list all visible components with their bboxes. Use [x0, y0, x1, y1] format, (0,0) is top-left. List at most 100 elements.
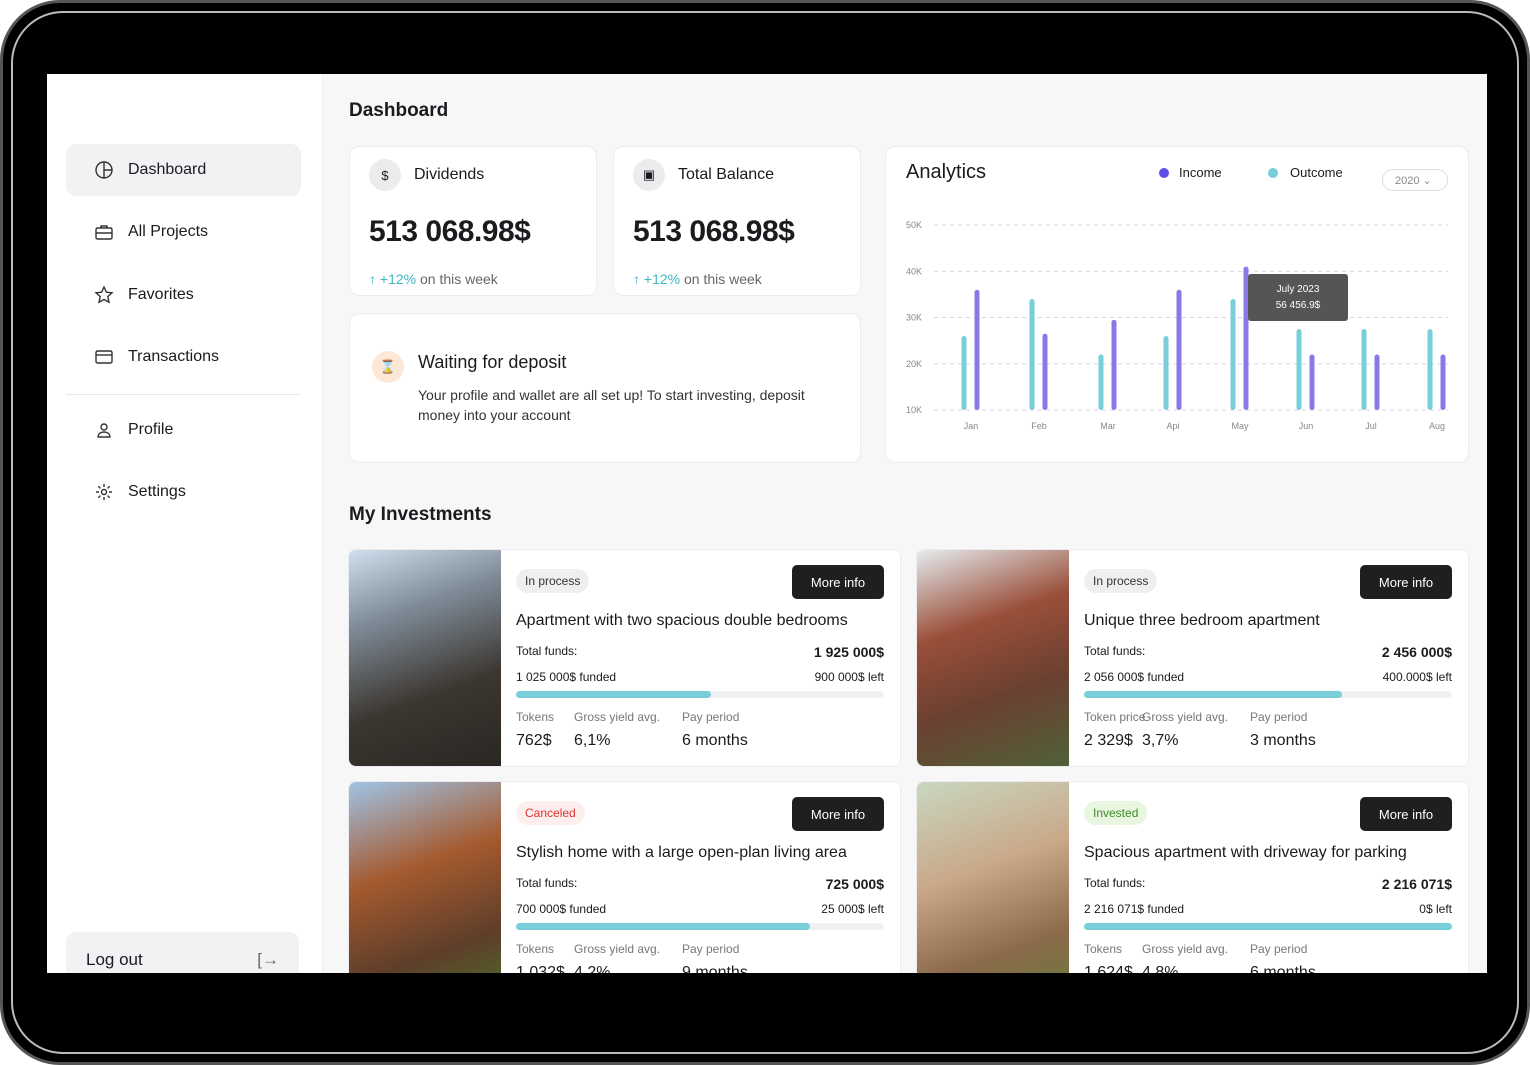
stat-label: Pay period [1250, 942, 1308, 956]
sidebar-item-label: Profile [128, 421, 174, 438]
property-photo [349, 550, 501, 766]
status-badge: In process [1084, 569, 1158, 593]
pie-chart-icon [95, 161, 113, 179]
stat-value: 6,1% [574, 732, 611, 749]
deposit-title: Waiting for deposit [418, 352, 567, 372]
balance-trend: ↑ +12% on this week [633, 271, 762, 287]
stat-label: Gross yield avg. [1142, 942, 1229, 956]
y-tick-label: 20K [906, 359, 922, 369]
logout-icon: [→ [257, 950, 279, 969]
funding-progress-bar [1084, 923, 1452, 930]
sidebar-item-dashboard[interactable]: Dashboard [66, 144, 301, 196]
status-badge: Invested [1084, 801, 1148, 825]
more-info-button[interactable]: More info [1360, 565, 1452, 599]
star-icon [94, 285, 114, 304]
funded-row: 700 000$ funded 25 000$ left [516, 902, 884, 916]
outcome-bar [1098, 354, 1104, 410]
stat-label: Gross yield avg. [1142, 710, 1229, 724]
property-photo [917, 782, 1069, 973]
balance-value: 513 068.98$ [633, 215, 795, 248]
total-funds-row: Total funds: 2 456 000$ [1084, 644, 1452, 660]
stat-value: 4,2% [574, 964, 611, 973]
investment-card: In process More info Apartment with two … [348, 549, 901, 767]
wallet-icon: ▣ [633, 159, 665, 191]
dollar-icon: $ [369, 159, 401, 191]
stat-value: 4,8% [1142, 964, 1179, 973]
sidebar-item-settings[interactable]: Settings [66, 466, 301, 518]
analytics-chart: 10K 20K 30K 40K 50K Jan Feb Mar Api May Jun Jul Aug [906, 220, 1448, 431]
outcome-bar [961, 336, 967, 410]
x-tick-label: Aug [1429, 421, 1445, 431]
dividends-label: Dividends [414, 166, 485, 183]
funded-row: 1 025 000$ funded 900 000$ left [516, 670, 884, 684]
dividends-trend: ↑ +12% on this week [369, 271, 498, 287]
status-badge: In process [516, 569, 590, 593]
sidebar-item-all-projects[interactable]: All Projects [66, 206, 301, 258]
sidebar: Dashboard All Projects Favorites Transac… [47, 74, 323, 973]
more-info-button[interactable]: More info [792, 565, 884, 599]
stat-value: 3,7% [1142, 732, 1179, 749]
stat-value: 762$ [516, 732, 552, 749]
sidebar-item-label: Settings [128, 483, 186, 500]
funding-progress-bar [516, 923, 884, 930]
outcome-bar [1361, 329, 1367, 410]
income-bar [974, 289, 980, 410]
x-tick-label: Jun [1299, 421, 1314, 431]
x-tick-label: Feb [1031, 421, 1047, 431]
total-funds-row: Total funds: 725 000$ [516, 876, 884, 892]
investment-card: In process More info Unique three bedroo… [916, 549, 1469, 767]
sidebar-item-label: Transactions [128, 348, 219, 365]
funded-row: 2 216 071$ funded 0$ left [1084, 902, 1452, 916]
y-tick-label: 30K [906, 313, 922, 323]
sidebar-item-transactions[interactable]: Transactions [66, 331, 301, 383]
sidebar-item-favorites[interactable]: Favorites [66, 269, 301, 321]
stat-label: Gross yield avg. [574, 710, 661, 724]
stat-value: 1 624$ [1084, 964, 1133, 973]
funding-progress-bar [1084, 691, 1452, 698]
logout-button[interactable]: Log out [→ [66, 932, 299, 973]
x-tick-label: Mar [1100, 421, 1116, 431]
income-bar [1176, 289, 1182, 410]
stat-value: 1 032$ [516, 964, 565, 973]
stat-label: Pay period [1250, 710, 1308, 724]
gear-icon [96, 484, 112, 500]
stat-label: Token price [1084, 710, 1146, 724]
outcome-bar [1029, 299, 1035, 410]
stat-value: 3 months [1250, 732, 1316, 749]
income-bar [1374, 354, 1380, 410]
investment-title: Stylish home with a large open-plan livi… [516, 844, 847, 861]
sidebar-item-label: All Projects [128, 223, 209, 240]
stat-label: Tokens [516, 710, 555, 724]
stat-label: Gross yield avg. [574, 942, 661, 956]
sidebar-item-profile[interactable]: Profile [66, 404, 301, 456]
stat-label: Pay period [682, 942, 740, 956]
stat-value: 2 329$ [1084, 732, 1133, 749]
investment-card: Invested More info Spacious apartment wi… [916, 781, 1469, 973]
total-funds-row: Total funds: 1 925 000$ [516, 644, 884, 660]
y-tick-label: 40K [906, 266, 922, 276]
funding-progress-bar [516, 691, 884, 698]
property-photo [349, 782, 501, 973]
stat-label: Tokens [1084, 942, 1123, 956]
dividends-card: $ Dividends 513 068.98$ ↑ +12% on this w… [349, 146, 597, 296]
stat-value: 6 months [682, 732, 748, 749]
investment-title: Spacious apartment with driveway for par… [1084, 844, 1407, 861]
y-tick-label: 10K [906, 405, 922, 415]
outcome-bar [1230, 299, 1236, 410]
analytics-card: Analytics Income Outcome 2020 ⌄ 10K 20K 30… [885, 146, 1469, 463]
more-info-button[interactable]: More info [792, 797, 884, 831]
app-screen: Dashboard All Projects Favorites Transac… [47, 74, 1487, 973]
chart-tooltip: July 2023 56 456.9$ [1248, 274, 1348, 321]
income-bar [1111, 319, 1117, 410]
investment-title: Apartment with two spacious double bedro… [516, 612, 848, 629]
income-bar [1309, 354, 1315, 410]
stat-label: Tokens [516, 942, 555, 956]
deposit-text: Your profile and wallet are all set up! … [418, 387, 805, 423]
sidebar-item-label: Favorites [128, 286, 194, 303]
investments-title: My Investments [349, 504, 492, 525]
investment-title: Unique three bedroom apartment [1084, 612, 1320, 629]
dividends-value: 513 068.98$ [369, 215, 531, 248]
sidebar-divider [66, 394, 301, 395]
x-tick-label: Jan [964, 421, 979, 431]
more-info-button[interactable]: More info [1360, 797, 1452, 831]
